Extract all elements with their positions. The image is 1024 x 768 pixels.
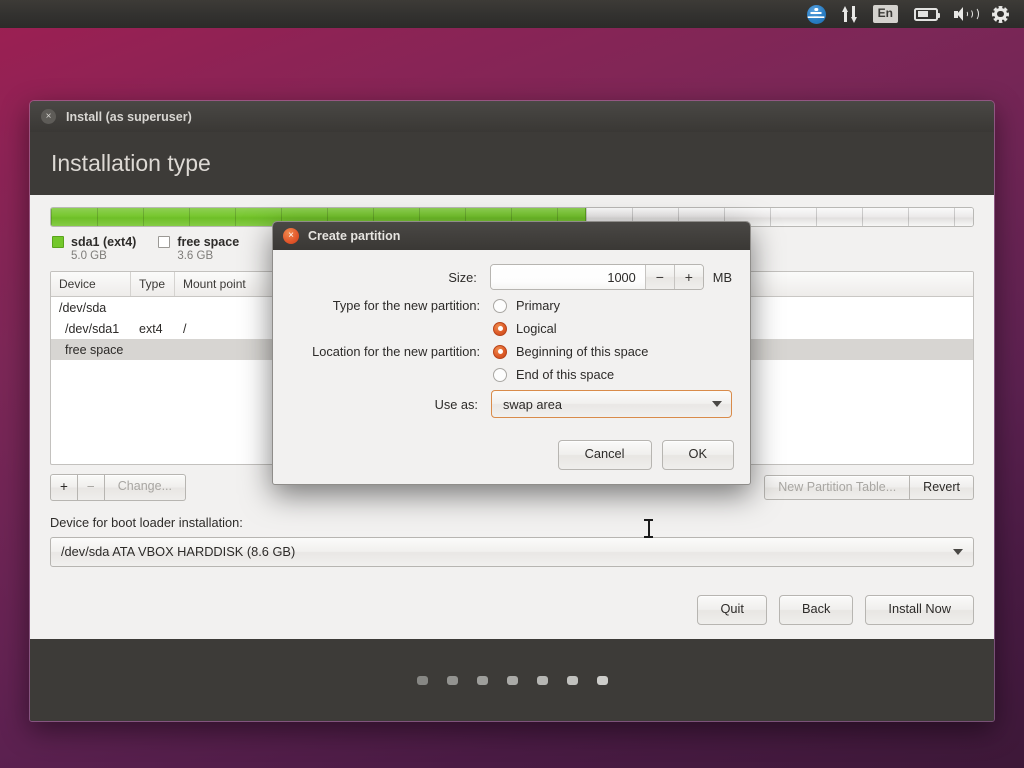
revert-button[interactable]: Revert [910, 475, 974, 500]
add-partition-button[interactable]: + [50, 474, 78, 501]
size-stepper: 1000 − + [490, 264, 704, 290]
window-titlebar: × Install (as superuser) [30, 101, 994, 132]
create-partition-dialog: × Create partition Size: 1000 − + MB Typ… [272, 221, 751, 485]
radio-beginning-of-space[interactable]: Beginning of this space [493, 344, 648, 359]
close-icon[interactable]: × [283, 228, 299, 244]
system-menu[interactable] [985, 0, 1016, 28]
mouse-cursor-ibeam [644, 519, 653, 538]
accessibility-icon [807, 5, 826, 24]
use-as-row: Use as: swap area [291, 390, 732, 418]
partition-edit-group: + − Change... [50, 474, 186, 501]
top-system-panel: En [0, 0, 1024, 28]
bootloader-label: Device for boot loader installation: [50, 515, 974, 530]
cell-type: ext4 [131, 322, 175, 336]
volume-indicator[interactable] [947, 0, 983, 28]
volume-icon [954, 6, 976, 22]
keyboard-layout-indicator[interactable]: En [866, 0, 905, 28]
back-button[interactable]: Back [779, 595, 853, 625]
legend-swatch-used-icon [52, 236, 64, 248]
size-decrement-button[interactable]: − [645, 265, 674, 289]
radio-logical[interactable]: Logical [493, 321, 557, 336]
column-header-type[interactable]: Type [131, 272, 175, 296]
remove-partition-button[interactable]: − [78, 474, 105, 501]
use-as-value: swap area [503, 397, 562, 412]
navigation-buttons: Quit Back Install Now [697, 595, 974, 625]
dialog-titlebar: × Create partition [273, 222, 750, 250]
progress-dots [417, 676, 608, 685]
radio-beginning-icon [493, 345, 507, 359]
change-partition-button[interactable]: Change... [105, 474, 186, 501]
cell-device: free space [51, 343, 131, 357]
location-label: Location for the new partition: [291, 344, 493, 359]
dialog-buttons: Cancel OK [558, 440, 734, 470]
ok-button[interactable]: OK [662, 440, 735, 470]
gear-icon [992, 6, 1009, 23]
install-now-button[interactable]: Install Now [865, 595, 974, 625]
disk-actions-group: New Partition Table... Revert [764, 475, 974, 500]
accessibility-indicator[interactable] [800, 0, 833, 28]
legend-label-free: free space [177, 235, 239, 249]
quit-button[interactable]: Quit [697, 595, 766, 625]
cell-device: /dev/sda1 [51, 322, 131, 336]
network-icon [842, 6, 857, 23]
radio-end-of-space[interactable]: End of this space [493, 367, 614, 382]
dialog-title: Create partition [308, 229, 400, 243]
legend-label-used: sda1 (ext4) [71, 235, 136, 249]
radio-logical-icon [493, 322, 507, 336]
size-unit-label: MB [713, 270, 732, 285]
progress-dot [447, 676, 458, 685]
battery-indicator[interactable] [907, 0, 945, 28]
keyboard-layout-icon: En [873, 5, 898, 22]
network-indicator[interactable] [835, 0, 864, 28]
battery-icon [914, 8, 938, 21]
bootloader-select[interactable]: /dev/sda ATA VBOX HARDDISK (8.6 GB) [50, 537, 974, 567]
radio-beginning-label: Beginning of this space [516, 344, 648, 359]
progress-dot [507, 676, 518, 685]
window-title: Install (as superuser) [66, 110, 192, 124]
progress-dot [477, 676, 488, 685]
size-row: Size: 1000 − + MB [291, 264, 732, 290]
use-as-label: Use as: [291, 397, 491, 412]
legend-size-used: 5.0 GB [71, 250, 136, 262]
page-title: Installation type [51, 150, 211, 177]
bootloader-value: /dev/sda ATA VBOX HARDDISK (8.6 GB) [61, 544, 295, 559]
progress-dot [567, 676, 578, 685]
cancel-button[interactable]: Cancel [558, 440, 652, 470]
partition-type-label: Type for the new partition: [291, 298, 493, 313]
radio-primary-icon [493, 299, 507, 313]
chevron-down-icon [712, 401, 722, 407]
dialog-body: Size: 1000 − + MB Type for the new parti… [273, 250, 750, 418]
legend-entry-free: free space 3.6 GB [158, 235, 239, 262]
size-increment-button[interactable]: + [674, 265, 703, 289]
radio-primary[interactable]: Primary [493, 298, 560, 313]
partition-type-row-2: Logical [291, 321, 732, 336]
window-footer [30, 639, 994, 721]
location-row-2: End of this space [291, 367, 732, 382]
chevron-down-icon [953, 549, 963, 555]
radio-end-icon [493, 368, 507, 382]
size-label: Size: [291, 270, 490, 285]
size-input[interactable]: 1000 [491, 265, 645, 289]
progress-dot [537, 676, 548, 685]
radio-logical-label: Logical [516, 321, 557, 336]
partition-type-row: Type for the new partition: Primary [291, 298, 732, 313]
new-partition-table-button[interactable]: New Partition Table... [764, 475, 910, 500]
location-row: Location for the new partition: Beginnin… [291, 344, 732, 359]
legend-size-free: 3.6 GB [177, 250, 239, 262]
cell-device: /dev/sda [51, 301, 131, 315]
radio-primary-label: Primary [516, 298, 560, 313]
column-header-device[interactable]: Device [51, 272, 131, 296]
legend-swatch-free-icon [158, 236, 170, 248]
legend-entry-used: sda1 (ext4) 5.0 GB [52, 235, 136, 262]
window-header: Installation type [30, 132, 994, 195]
progress-dot [417, 676, 428, 685]
radio-end-label: End of this space [516, 367, 614, 382]
close-icon[interactable]: × [41, 109, 56, 124]
progress-dot [597, 676, 608, 685]
use-as-select[interactable]: swap area [491, 390, 732, 418]
